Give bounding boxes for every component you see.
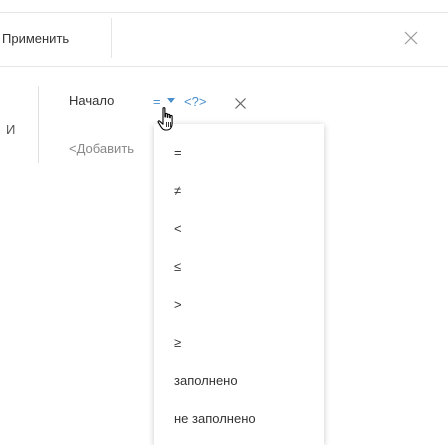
apply-button[interactable]: Применить	[2, 26, 69, 52]
group-bracket	[38, 86, 39, 163]
filter-toolbar: Применить	[0, 0, 448, 68]
operator-option-less-equal[interactable]: ≤	[174, 259, 181, 274]
operator-option-greater[interactable]: >	[174, 297, 182, 312]
add-condition-link[interactable]: <Добавить	[69, 141, 134, 156]
operator-option-not-filled[interactable]: не заполнено	[174, 411, 256, 426]
group-operator[interactable]: И	[6, 122, 15, 137]
operator-option-equals[interactable]: =	[174, 145, 182, 160]
operator-option-not-equals[interactable]: ≠	[174, 183, 181, 198]
operator-option-filled[interactable]: заполнено	[174, 373, 238, 388]
operator-option-less[interactable]: <	[174, 221, 182, 236]
condition-value[interactable]: <?>	[184, 94, 206, 109]
toolbar-top-divider	[0, 12, 448, 13]
toolbar-separator	[111, 18, 112, 58]
remove-condition-icon[interactable]	[234, 97, 247, 110]
chevron-down-icon[interactable]	[167, 98, 175, 103]
close-icon[interactable]	[403, 30, 419, 46]
toolbar-bottom-divider	[0, 66, 448, 67]
operator-option-greater-equal[interactable]: ≥	[174, 335, 181, 350]
condition-operator[interactable]: =	[153, 94, 161, 109]
operator-dropdown: = ≠ < ≤ > ≥ заполнено не заполнено	[154, 124, 324, 445]
condition-column[interactable]: Начало	[69, 93, 114, 108]
